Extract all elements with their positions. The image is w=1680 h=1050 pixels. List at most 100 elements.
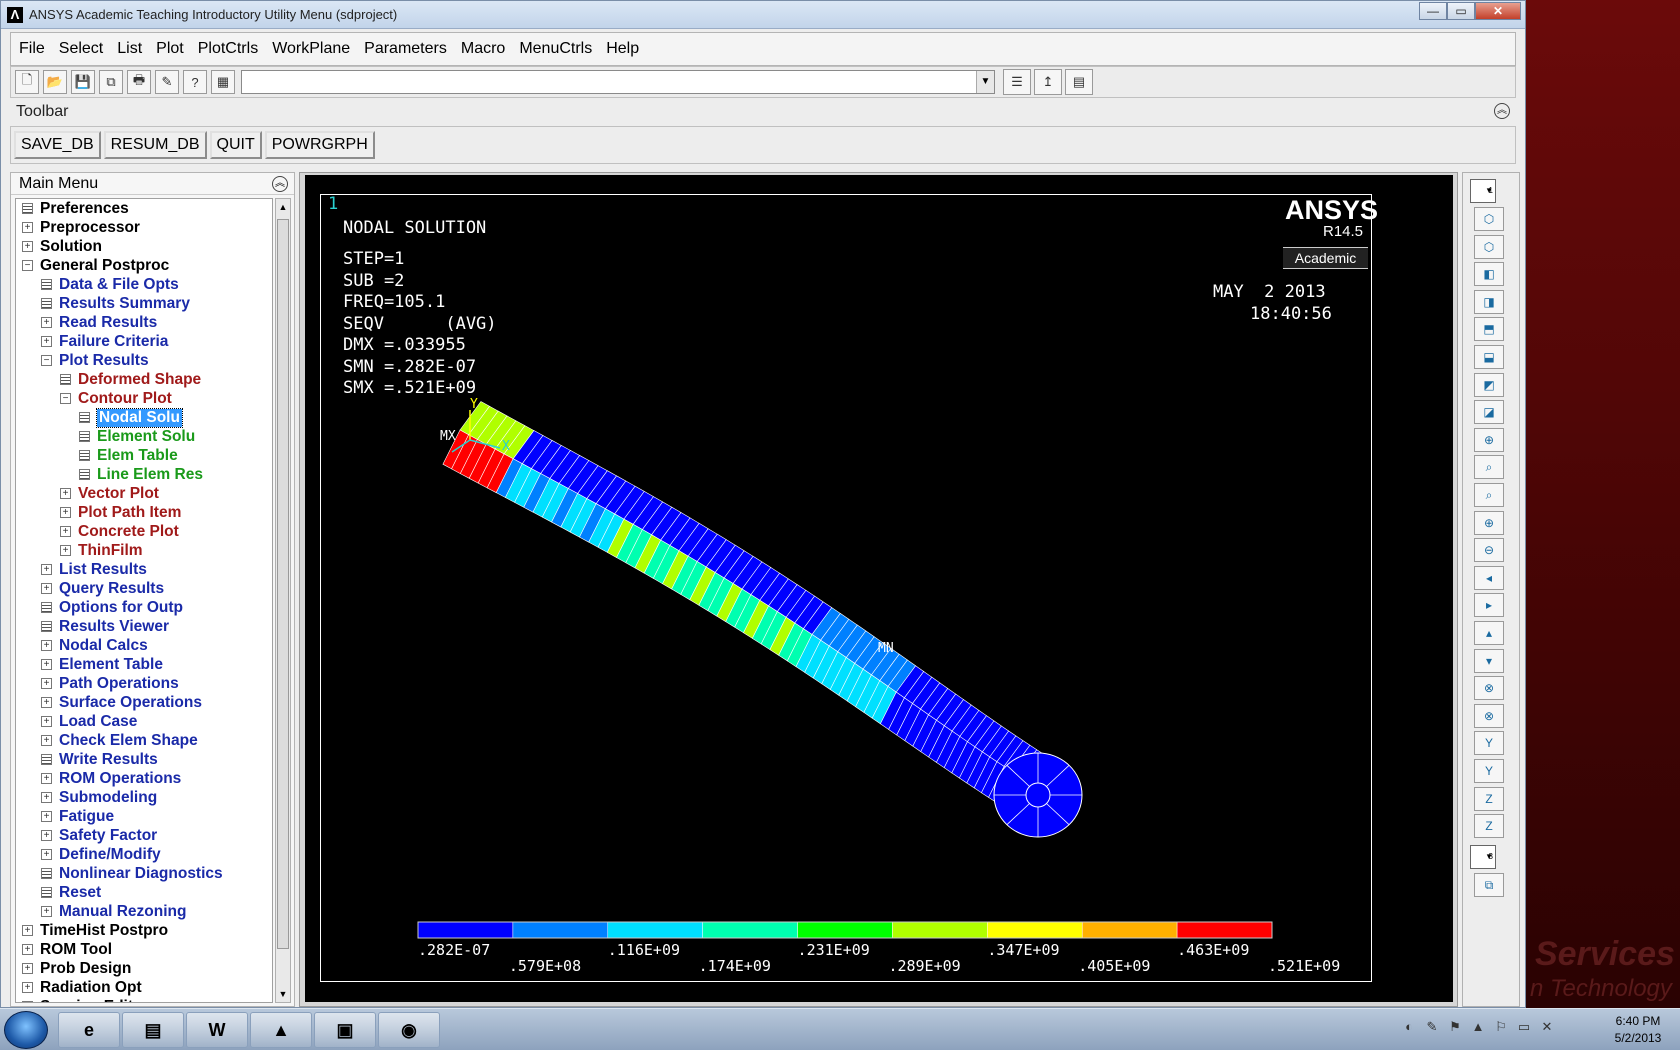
zoom-in-icon[interactable]: ⊕ [1474, 510, 1504, 535]
dialog-item-icon[interactable] [41, 621, 52, 632]
expand-icon[interactable]: + [41, 317, 52, 328]
menu-tree-item[interactable]: Nonlinear Diagnostics [16, 864, 272, 883]
help-icon[interactable]: ? [183, 70, 207, 94]
zoom-step-select[interactable]: 3 ▼ [1470, 845, 1496, 869]
command-history-dropdown[interactable]: ▼ [976, 71, 994, 93]
rotate-y-pos-icon[interactable]: Y [1474, 731, 1504, 756]
scroll-thumb[interactable] [277, 219, 289, 949]
right-view-icon[interactable]: ◪ [1474, 400, 1504, 425]
expand-icon[interactable]: + [41, 773, 52, 784]
menu-tree-item[interactable]: Elem Table [16, 446, 272, 465]
menu-tree-item[interactable]: + Failure Criteria [16, 332, 272, 351]
menu-tree-item[interactable]: − Plot Results [16, 351, 272, 370]
dialog-item-icon[interactable] [41, 887, 52, 898]
menu-tree-item[interactable]: Data & File Opts [16, 275, 272, 294]
dialog-item-icon[interactable] [41, 298, 52, 309]
expand-icon[interactable]: + [41, 678, 52, 689]
menu-tree-item[interactable]: + Surface Operations [16, 693, 272, 712]
menu-tree-item[interactable]: Line Elem Res [16, 465, 272, 484]
dialog-item-icon[interactable] [79, 450, 90, 461]
pan-up-icon[interactable]: ▴ [1474, 621, 1504, 645]
dialog-item-icon[interactable] [41, 279, 52, 290]
expand-icon[interactable]: + [41, 811, 52, 822]
tray-icon[interactable]: ⚑ [1446, 1019, 1464, 1037]
pan-down-icon[interactable]: ▾ [1474, 648, 1504, 673]
zoom-fit-icon[interactable]: ⊕ [1474, 427, 1504, 452]
menu-tree-item[interactable]: + Radiation Opt [16, 978, 272, 997]
tray-icon[interactable]: ◐ [1400, 1019, 1418, 1037]
menu-tree-item[interactable]: + Check Elem Shape [16, 731, 272, 750]
menu-tree-item[interactable]: + Nodal Calcs [16, 636, 272, 655]
tray-icon[interactable]: ✎ [1423, 1019, 1441, 1037]
menu-menuctrls[interactable]: MenuCtrls [519, 40, 592, 58]
collapse-main-menu-icon[interactable]: ︽ [272, 176, 288, 192]
menu-plotctrls[interactable]: PlotCtrls [198, 40, 258, 58]
rotate-x-pos-icon[interactable]: ⊗ [1474, 676, 1504, 701]
expand-icon[interactable]: + [41, 849, 52, 860]
rotate-y-neg-icon[interactable]: Y [1474, 759, 1504, 783]
menu-select[interactable]: Select [59, 40, 103, 58]
expand-icon[interactable]: + [41, 640, 52, 651]
back-view-icon[interactable]: ◨ [1474, 289, 1504, 314]
contact-manager-icon[interactable]: ▤ [1065, 69, 1093, 95]
start-button[interactable] [4, 1011, 48, 1049]
window-select[interactable]: 1 ▼ [1470, 179, 1496, 203]
top-view-icon[interactable]: ⬒ [1474, 317, 1504, 342]
menu-tree-item[interactable]: + Submodeling [16, 788, 272, 807]
clock[interactable]: 6:40 PM 5/2/2013 [1600, 1013, 1676, 1047]
menu-parameters[interactable]: Parameters [364, 40, 447, 58]
print-icon[interactable]: 🖶 [127, 70, 151, 94]
expand-icon[interactable]: + [41, 716, 52, 727]
report-icon[interactable]: ✎ [155, 70, 179, 94]
powrgrph-button[interactable]: POWRGRPH [264, 131, 375, 159]
tray-icon[interactable]: ▭ [1515, 1019, 1533, 1037]
menu-list[interactable]: List [117, 40, 142, 58]
main-menu-scrollbar[interactable]: ▲ ▼ [275, 198, 291, 1003]
menu-tree-item[interactable]: + Concrete Plot [16, 522, 272, 541]
menu-tree-item[interactable]: + Fatigue [16, 807, 272, 826]
save-db-button[interactable]: SAVE_DB [14, 131, 101, 159]
menu-tree-item[interactable]: + Safety Factor [16, 826, 272, 845]
dialog-item-icon[interactable] [41, 754, 52, 765]
oblique-view-icon[interactable]: ⬡ [1474, 234, 1504, 259]
left-view-icon[interactable]: ◩ [1474, 372, 1504, 397]
collapse-icon[interactable]: − [22, 260, 33, 271]
menu-tree-item[interactable]: + Element Table [16, 655, 272, 674]
menu-tree-item[interactable]: + Vector Plot [16, 484, 272, 503]
menu-tree-item[interactable]: Write Results [16, 750, 272, 769]
menu-tree-item[interactable]: + Plot Path Item [16, 503, 272, 522]
maximize-button[interactable]: ▭ [1447, 2, 1475, 20]
open-icon[interactable]: 📂 [43, 70, 67, 94]
menu-tree-item[interactable]: Session Editor [16, 997, 272, 1002]
scroll-up-arrow-icon[interactable]: ▲ [276, 199, 290, 215]
rotate-z-neg-icon[interactable]: Z [1474, 814, 1504, 839]
expand-icon[interactable]: + [22, 241, 33, 252]
word-icon[interactable]: W [186, 1012, 248, 1048]
dialog-item-icon[interactable] [22, 1001, 33, 1002]
expand-icon[interactable]: + [22, 944, 33, 955]
resum-db-button[interactable]: RESUM_DB [103, 131, 207, 159]
collapse-icon[interactable]: − [41, 355, 52, 366]
menu-tree-item[interactable]: + Manual Rezoning [16, 902, 272, 921]
matlab-icon[interactable]: ▲ [250, 1012, 312, 1048]
menu-tree-item[interactable]: + Define/Modify [16, 845, 272, 864]
expand-icon[interactable]: + [41, 583, 52, 594]
menu-tree-item[interactable]: Preferences [16, 199, 272, 218]
zoom-out-icon[interactable]: ⊖ [1474, 538, 1504, 563]
menu-macro[interactable]: Macro [461, 40, 505, 58]
menu-tree-item[interactable]: Results Viewer [16, 617, 272, 636]
menu-tree-item[interactable]: Deformed Shape [16, 370, 272, 389]
menu-tree-item[interactable]: + Read Results [16, 313, 272, 332]
expand-icon[interactable]: + [41, 697, 52, 708]
collapse-toolbar-icon[interactable]: ︽ [1494, 103, 1510, 119]
close-button[interactable]: ✕ [1475, 2, 1521, 20]
menu-tree-item[interactable]: + Solution [16, 237, 272, 256]
menu-tree-item[interactable]: Reset [16, 883, 272, 902]
menu-tree-item[interactable]: Element Solu [16, 427, 272, 446]
menu-help[interactable]: Help [606, 40, 639, 58]
expand-icon[interactable]: + [22, 222, 33, 233]
expand-icon[interactable]: + [22, 982, 33, 993]
menu-tree-item[interactable]: + ThinFilm [16, 541, 272, 560]
menu-file[interactable]: File [19, 40, 45, 58]
chrome-icon[interactable]: ◉ [378, 1012, 440, 1048]
